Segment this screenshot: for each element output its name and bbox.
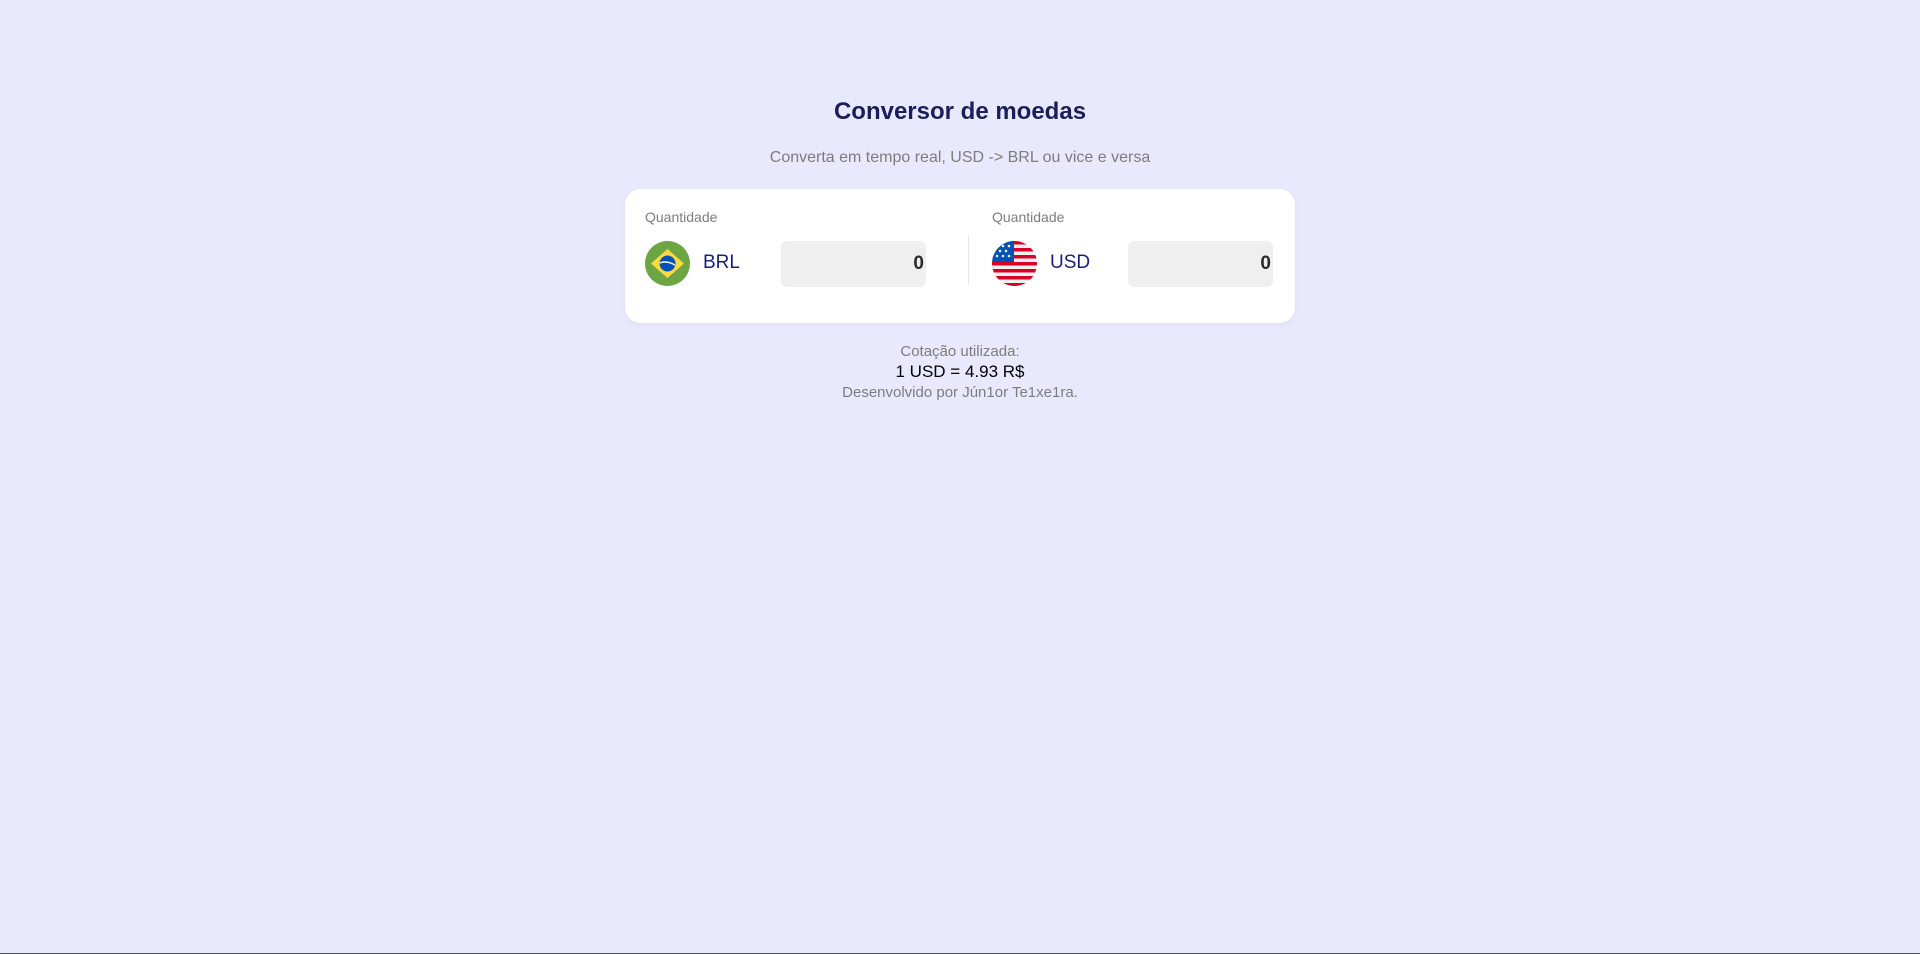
page-subtitle: Converta em tempo real, USD -> BRL ou vi… bbox=[769, 149, 1151, 166]
usd-section: Quantidade USD 0 bbox=[992, 189, 1308, 323]
divider bbox=[968, 235, 969, 285]
converter-card: Quantidade BRL Quantidade bbox=[625, 189, 1295, 323]
usa-flag-icon bbox=[992, 241, 1037, 286]
rate-label: Cotação utilizada: bbox=[900, 343, 1020, 360]
usd-amount-input[interactable] bbox=[1128, 241, 1273, 287]
rate-value: 1 USD = 4.93 R$ bbox=[895, 362, 1025, 381]
brl-section: Quantidade BRL bbox=[645, 189, 961, 323]
page-title: Conversor de moedas bbox=[833, 98, 1087, 125]
page: Conversor de moedas Converta em tempo re… bbox=[0, 0, 1920, 954]
brl-amount-input[interactable] bbox=[781, 241, 926, 287]
brl-quantity-label: Quantidade bbox=[645, 209, 718, 225]
usd-quantity-label: Quantidade bbox=[992, 209, 1065, 225]
brl-currency-code: BRL bbox=[703, 252, 740, 273]
brazil-flag-icon bbox=[645, 241, 690, 286]
usd-currency-code: USD bbox=[1050, 252, 1091, 273]
footer-credits: Desenvolvido por Jún1or Te1xe1ra. bbox=[842, 384, 1078, 401]
